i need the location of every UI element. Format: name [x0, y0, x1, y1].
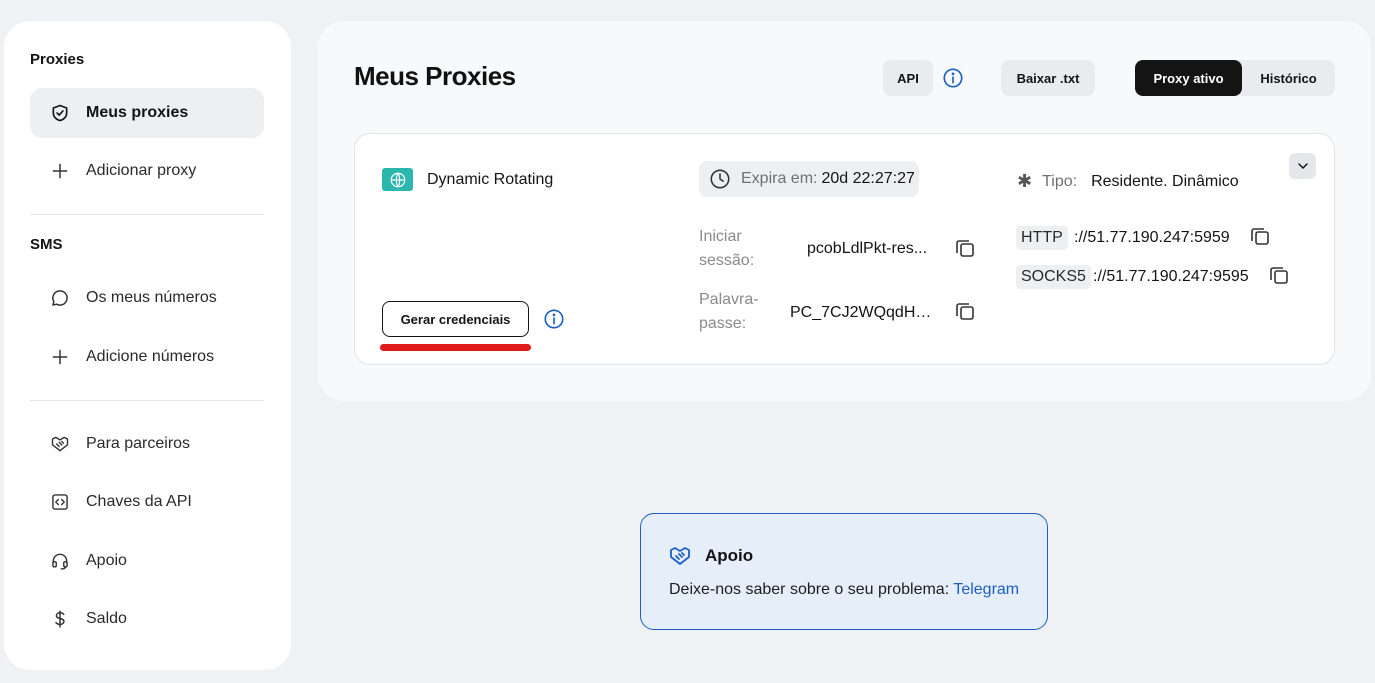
main-panel: Meus Proxies API Baixar .txt Proxy ativo… — [318, 21, 1371, 401]
shield-check-icon — [50, 103, 70, 123]
type-label: Tipo: — [1042, 172, 1078, 190]
expand-button[interactable] — [1289, 153, 1316, 179]
sidebar-item-label: Meus proxies — [86, 104, 189, 121]
chevron-down-icon — [1297, 163, 1308, 169]
support-box: Apoio Deixe-nos saber sobre o seu proble… — [640, 513, 1048, 630]
copy-icon[interactable] — [1248, 224, 1272, 248]
sidebar-item-apoio[interactable]: Apoio — [30, 536, 264, 586]
proxies-section-title: Proxies — [30, 51, 85, 68]
copy-icon[interactable] — [953, 299, 977, 323]
tab-historico[interactable]: Histórico — [1242, 60, 1335, 96]
copy-icon[interactable] — [1267, 263, 1291, 287]
password-label: Palavra- passe: — [699, 291, 759, 332]
sidebar-item-label: Para parceiros — [86, 435, 191, 452]
code-box-icon — [50, 492, 70, 512]
sidebar-item-meus-proxies[interactable]: Meus proxies — [30, 88, 264, 138]
socks5-address: ://51.77.190.247:9595 — [1093, 268, 1249, 285]
clock-icon — [709, 168, 731, 190]
generate-credentials-button[interactable]: Gerar credenciais — [382, 301, 529, 337]
sms-section-title: SMS — [30, 236, 63, 253]
login-label: Iniciar sessão: — [699, 228, 755, 269]
asterisk-icon: ✱ — [1017, 171, 1033, 191]
info-icon[interactable] — [543, 308, 565, 330]
tab-proxy-ativo[interactable]: Proxy ativo — [1135, 60, 1242, 96]
proxy-type: ✱ Tipo: Residente. Dinâmico — [1017, 171, 1239, 192]
view-toggle: Proxy ativo Histórico — [1135, 60, 1335, 96]
sidebar-item-os-meus-numeros[interactable]: Os meus números — [30, 273, 264, 323]
telegram-link[interactable]: Telegram — [953, 581, 1019, 598]
handshake-icon — [668, 544, 692, 568]
sidebar: Proxies Meus proxies Adicionar proxy SMS… — [4, 21, 291, 670]
expire-label: Expira em: — [741, 170, 818, 187]
http-address: ://51.77.190.247:5959 — [1074, 229, 1230, 246]
support-text: Deixe-nos saber sobre o seu problema: Te… — [669, 581, 1020, 598]
proxy-card: Dynamic Rotating Expira em: 20d 22:27:27… — [354, 133, 1335, 365]
sidebar-item-adicionar-proxy[interactable]: Adicionar proxy — [30, 146, 264, 196]
headset-icon — [50, 551, 70, 571]
sidebar-item-label: Chaves da API — [86, 493, 192, 510]
http-tag: HTTP — [1016, 226, 1068, 250]
globe-icon — [382, 168, 413, 191]
sidebar-item-saldo[interactable]: Saldo — [30, 594, 264, 644]
info-icon[interactable] — [942, 67, 964, 89]
sidebar-item-label: Os meus números — [86, 289, 217, 306]
page-title: Meus Proxies — [354, 61, 516, 91]
plus-icon — [50, 161, 70, 181]
sidebar-item-label: Saldo — [86, 610, 127, 627]
sidebar-divider — [30, 400, 264, 401]
sidebar-item-label: Adicione números — [86, 348, 215, 365]
copy-icon[interactable] — [953, 236, 977, 260]
expire-value: 20d 22:27:27 — [821, 170, 915, 187]
handshake-icon — [50, 434, 70, 454]
type-value: Residente. Dinâmico — [1091, 172, 1239, 190]
api-button[interactable]: API — [883, 60, 933, 96]
chat-bubble-icon — [50, 288, 70, 308]
highlight-underline — [380, 344, 531, 351]
sidebar-item-label: Adicionar proxy — [86, 162, 197, 179]
proxy-name: Dynamic Rotating — [427, 171, 554, 188]
plus-icon — [50, 347, 70, 367]
socks5-tag: SOCKS5 — [1016, 265, 1091, 289]
sidebar-divider — [30, 214, 264, 215]
support-title: Apoio — [705, 546, 754, 565]
sidebar-item-chaves-da-api[interactable]: Chaves da API — [30, 477, 264, 527]
sidebar-item-label: Apoio — [86, 552, 127, 569]
expire-badge: Expira em: 20d 22:27:27 — [699, 161, 919, 197]
dollar-icon — [50, 609, 70, 629]
sidebar-item-para-parceiros[interactable]: Para parceiros — [30, 419, 264, 469]
sidebar-item-adicione-numeros[interactable]: Adicione números — [30, 332, 264, 382]
download-txt-button[interactable]: Baixar .txt — [1001, 60, 1095, 96]
login-value: pcobLdlPkt-res... — [807, 240, 928, 257]
password-value: PC_7CJ2WQqdHN... — [790, 304, 940, 321]
